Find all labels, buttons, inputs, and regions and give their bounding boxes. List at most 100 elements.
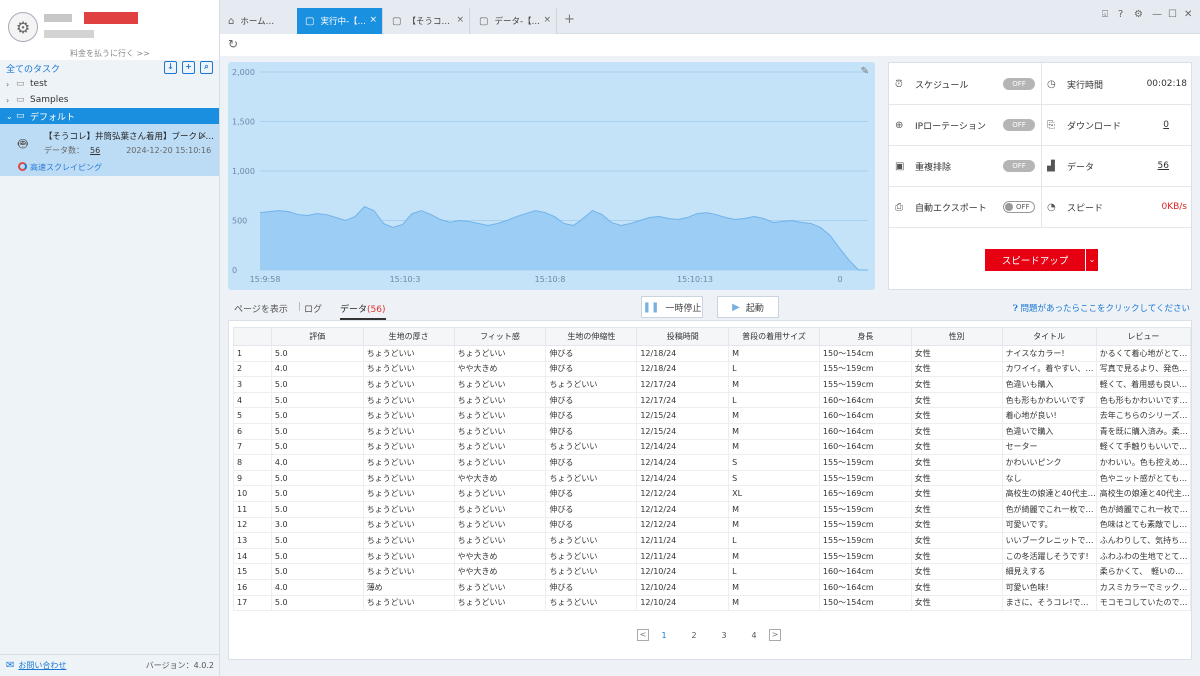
contact-link[interactable]: お問い合わせ xyxy=(18,660,66,671)
tab-data[interactable]: ▢ データ-【… × xyxy=(471,8,557,34)
speed-up-dropdown-icon[interactable]: ⌄ xyxy=(1086,249,1098,271)
close-icon[interactable]: × xyxy=(199,130,207,141)
table-cell: 12/14/24 xyxy=(636,454,730,471)
page-2[interactable]: 2 xyxy=(679,631,709,640)
table-row[interactable]: 1 5.0 ちょうどいい ちょうどいい 伸びる 12/18/24 M 150～154cm 女性ナ… xyxy=(233,345,1192,362)
table-row[interactable]: 10 5.0 ちょうどいい ちょうどいい 伸びる 12/12/24 XL 165～169cm 女… xyxy=(233,485,1192,502)
sidebar-footer: ✉ お問い合わせ バージョン：4.0.2 xyxy=(0,654,220,676)
dedup-toggle[interactable]: OFF xyxy=(1003,160,1035,172)
table-cell: 4 xyxy=(233,391,272,409)
y-tick-label: 500 xyxy=(232,217,247,226)
tab-data[interactable]: データ(56) xyxy=(340,302,386,320)
data-value[interactable]: 56 xyxy=(1158,161,1169,171)
speed-up-button[interactable]: スピードアップ xyxy=(985,249,1085,271)
add-tab-icon[interactable]: + xyxy=(564,12,575,27)
table-cell: 女性 xyxy=(910,345,1003,362)
task-card[interactable]: 🤖︎ 【そうコレ】井筒弘葉さん着用】ブークレ… × データ数： 56 2024-12… xyxy=(0,124,219,176)
data-count-value[interactable]: 56 xyxy=(90,146,100,155)
tab-task[interactable]: ▢ 【そうコ… × xyxy=(384,8,470,34)
table-row[interactable]: 16 4.0 薄め ちょうどいい 伸びる 12/10/24 M 160～164cm 女性 可愛い色… xyxy=(233,578,1192,596)
schedule-toggle[interactable]: OFF xyxy=(1003,78,1035,90)
help-link[interactable]: ❓︎ 問題があったらここをクリックしてください xyxy=(1013,302,1190,314)
table-cell: ちょうどいい xyxy=(453,422,547,440)
table-row[interactable]: 8 4.0 ちょうどいい ちょうどいい 伸びる 12/14/24 S 155～159cm 女性か… xyxy=(233,454,1192,471)
table-cell: ちょうどいい xyxy=(545,438,638,456)
table-row[interactable]: 6 5.0 ちょうどいい ちょうどいい 伸びる 12/15/24 M 160～164cm 女性色… xyxy=(233,422,1192,440)
table-row[interactable]: 11 5.0 ちょうどいい ちょうどいい 伸びる 12/12/24 M 155～159cm 女性… xyxy=(233,500,1192,518)
table-cell: 着心地が良い! xyxy=(1001,407,1097,424)
maximize-icon[interactable]: ☐ xyxy=(1168,9,1177,20)
tab-page-view[interactable]: ページを表示 xyxy=(234,302,288,315)
column-header[interactable]: タイトル xyxy=(1001,327,1097,346)
column-header[interactable]: 普段の着用サイズ xyxy=(728,327,820,346)
tab-running[interactable]: ▢ 実行中-【… × xyxy=(297,8,383,34)
column-header[interactable]: 生地の厚さ xyxy=(362,327,455,346)
close-icon[interactable]: × xyxy=(543,15,551,25)
tree-item-test[interactable]: › ▭ test xyxy=(0,76,219,92)
column-header[interactable] xyxy=(233,327,272,346)
column-header[interactable]: 性別 xyxy=(910,327,1003,346)
table-row[interactable]: 12 3.0 ちょうどいい ちょうどいい 伸びる 12/12/24 M 155～159cm 女性… xyxy=(233,516,1192,534)
prev-page-button[interactable]: < xyxy=(637,629,649,641)
tree-item-default[interactable]: ⌄ ▭ デフォルト xyxy=(0,108,219,124)
table-row[interactable]: 7 5.0 ちょうどいい ちょうどいい ちょうどいい 12/14/24 M 160～164cm… xyxy=(233,438,1192,456)
stat-label: 自動エクスポート xyxy=(915,203,987,214)
speed-chart: 2,000 1,500 1,000 500 0 15:9:58 15:10:3 15:10:8… xyxy=(228,62,875,290)
add-task-icon[interactable]: + xyxy=(182,61,195,74)
import-icon[interactable]: ↓ xyxy=(164,61,177,74)
table-row[interactable]: 4 5.0 ちょうどいい ちょうどいい 伸びる 12/17/24 L 160～164cm 女性色… xyxy=(233,391,1192,409)
table-row[interactable]: 17 5.0 ちょうどいい ちょうどいい ちょうどいい 12/10/24 M 150～154c… xyxy=(233,594,1192,612)
tab-log[interactable]: ログ xyxy=(304,302,322,315)
table-cell: 5.0 xyxy=(270,547,364,565)
column-header[interactable]: 評価 xyxy=(270,327,364,346)
download-value[interactable]: 0 xyxy=(1163,120,1169,130)
auto-export-toggle[interactable]: OFF xyxy=(1003,201,1035,213)
tab-label: データ-【… xyxy=(494,17,541,27)
table-row[interactable]: 3 5.0 ちょうどいい ちょうどいい ちょうどいい 12/17/24 M 155～159cm… xyxy=(233,376,1192,393)
table-row[interactable]: 5 5.0 ちょうどいい ちょうどいい 伸びる 12/15/24 M 160～164cm 女性着… xyxy=(233,407,1192,424)
page-1[interactable]: 1 xyxy=(649,631,679,640)
column-header[interactable]: 投稿時間 xyxy=(636,327,730,346)
next-page-button[interactable]: > xyxy=(769,629,781,641)
table-cell: 2 xyxy=(233,360,272,378)
column-header[interactable]: フィット感 xyxy=(453,327,547,346)
close-icon[interactable]: × xyxy=(456,15,464,25)
table-cell: 伸びる xyxy=(545,422,638,440)
column-header[interactable]: 身長 xyxy=(818,327,912,346)
table-cell: 伸びる xyxy=(545,500,638,518)
stat-run-time: ◷ 実行時間 00:02:18 xyxy=(1041,64,1193,104)
stat-label: IPローテーション xyxy=(915,121,986,132)
pause-button[interactable]: ❚❚ 一時停止 xyxy=(641,296,703,318)
table-row[interactable]: 13 5.0 ちょうどいい ちょうどいい ちょうどいい 12/11/24 L 155～159c… xyxy=(233,532,1192,549)
tab-home[interactable]: ⌂ ホーム… xyxy=(220,8,306,34)
gear-icon[interactable]: ⚙ xyxy=(1134,9,1143,20)
help-icon[interactable]: ? xyxy=(1118,9,1123,20)
edit-icon[interactable]: ✎ xyxy=(861,66,869,77)
tree-item-samples[interactable]: › ▭ Samples xyxy=(0,92,219,108)
column-header[interactable]: 生地の伸縮性 xyxy=(545,327,638,346)
refresh-icon[interactable]: ↻ xyxy=(228,37,238,51)
table-row[interactable]: 2 4.0 ちょうどいい やや大きめ 伸びる 12/18/24 L 155～159cm 女性 カワ… xyxy=(233,360,1192,378)
table-cell: ちょうどいい xyxy=(362,469,455,487)
close-window-icon[interactable]: ✕ xyxy=(1184,9,1192,20)
table-row[interactable]: 15 5.0 ちょうどいい やや大きめ ちょうどいい 12/10/24 L 160～164cm… xyxy=(233,563,1192,580)
column-header[interactable]: レビュー xyxy=(1095,327,1192,346)
table-cell: ちょうどいい xyxy=(362,547,455,565)
gift-icon[interactable]: ⌺ xyxy=(1102,9,1108,20)
table-row[interactable]: 9 5.0 ちょうどいい やや大きめ ちょうどいい 12/14/24 S 155～159cm 女… xyxy=(233,469,1192,487)
table-cell: L xyxy=(728,360,820,378)
table-cell: 色味はとても素敵でし… xyxy=(1095,516,1192,534)
table-cell: 155～159cm xyxy=(818,547,912,565)
search-task-icon[interactable]: ⌕ xyxy=(200,61,213,74)
dedup-icon: ▣ xyxy=(895,160,905,172)
all-tasks-label[interactable]: 全てのタスク xyxy=(6,62,60,75)
ip-rotation-toggle[interactable]: OFF xyxy=(1003,119,1035,131)
table-row[interactable]: 14 5.0 ちょうどいい やや大きめ ちょうどいい 12/11/24 M 155～159cm… xyxy=(233,547,1192,565)
avatar[interactable]: ⚙ xyxy=(8,12,38,42)
start-button[interactable]: ▶ 起動 xyxy=(717,296,779,318)
page-4[interactable]: 4 xyxy=(739,631,769,640)
minimize-icon[interactable]: — xyxy=(1152,9,1162,20)
close-icon[interactable]: × xyxy=(369,15,377,25)
pay-link[interactable]: 料金を払うに行く >> xyxy=(0,48,220,59)
page-3[interactable]: 3 xyxy=(709,631,739,640)
